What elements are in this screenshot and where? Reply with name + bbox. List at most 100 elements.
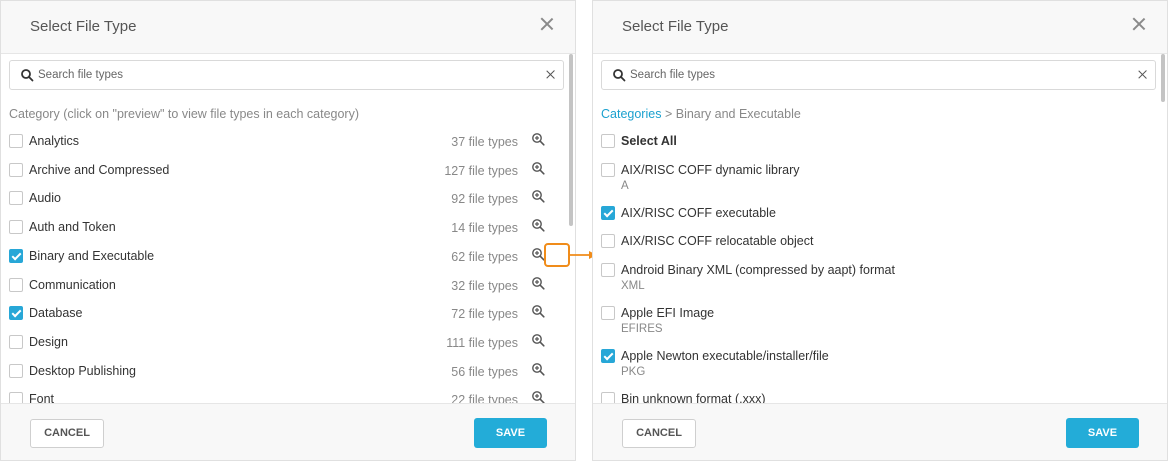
search-box [601, 60, 1156, 90]
select-file-type-dialog-categories: Select File Type Category (click on "pre… [0, 0, 576, 461]
preview-zoom-icon[interactable] [531, 218, 545, 232]
search-input[interactable] [38, 66, 528, 84]
category-label: Auth and Token [29, 220, 116, 235]
file-type-row[interactable]: AIX/RISC COFF executable [593, 199, 1147, 228]
preview-zoom-icon[interactable] [531, 390, 545, 403]
search-box [9, 60, 564, 90]
file-type-label: AIX/RISC COFF executable [621, 205, 776, 220]
file-type-row[interactable]: Android Binary XML (compressed by aapt) … [593, 256, 1147, 299]
search-icon [21, 69, 34, 82]
category-checkbox[interactable] [9, 162, 23, 177]
category-row[interactable]: Database 72 file types [1, 299, 555, 327]
category-checkbox[interactable] [9, 363, 23, 378]
preview-zoom-icon[interactable] [531, 333, 545, 347]
category-label: Binary and Executable [29, 248, 155, 263]
preview-zoom-icon[interactable] [531, 362, 545, 376]
dialog-header: Select File Type [1, 1, 575, 54]
close-icon[interactable] [539, 16, 555, 32]
file-type-row[interactable]: AIX/RISC COFF dynamic library A [593, 156, 1147, 199]
scrollbar[interactable] [1161, 54, 1165, 102]
category-label: Communication [29, 277, 116, 292]
clear-search-icon[interactable] [1138, 70, 1147, 79]
preview-zoom-icon[interactable] [531, 304, 545, 318]
preview-zoom-icon[interactable] [531, 276, 545, 290]
category-row[interactable]: Auth and Token 14 file types [1, 213, 555, 241]
clear-search-icon[interactable] [546, 70, 555, 79]
category-checkbox[interactable] [9, 306, 23, 321]
category-checkbox[interactable] [9, 334, 23, 349]
category-label: Design [29, 334, 68, 349]
file-type-checkbox[interactable] [601, 234, 615, 249]
category-row[interactable]: Desktop Publishing 56 file types [1, 357, 555, 385]
select-all-checkbox[interactable] [601, 134, 615, 148]
breadcrumb-separator: > [664, 107, 673, 121]
category-label: Font [29, 392, 55, 403]
dialog-body: Categories > Binary and Executable Selec… [593, 54, 1167, 403]
dialog-title: Select File Type [30, 18, 137, 35]
category-row[interactable]: Font 22 file types [1, 385, 555, 403]
preview-zoom-icon[interactable] [531, 247, 545, 261]
category-count: 14 file types [451, 221, 518, 236]
save-button[interactable]: SAVE [1066, 418, 1139, 448]
category-checkbox[interactable] [9, 134, 23, 148]
file-type-checkbox[interactable] [601, 392, 615, 403]
search-icon [613, 69, 626, 82]
category-checkbox[interactable] [9, 248, 23, 263]
category-label: Analytics [29, 134, 80, 148]
file-type-checkbox[interactable] [601, 349, 615, 364]
file-type-label: Bin unknown format (.xxx) [621, 392, 766, 403]
category-count: 127 file types [444, 163, 518, 178]
dialog-header: Select File Type [593, 1, 1167, 54]
file-type-checkbox[interactable] [601, 306, 615, 321]
search-input[interactable] [630, 66, 1120, 84]
file-type-row[interactable]: Bin unknown format (.xxx) [593, 385, 1147, 403]
category-count: 22 file types [451, 393, 518, 403]
category-row[interactable]: Audio 92 file types [1, 184, 555, 212]
file-type-row[interactable]: Apple Newton executable/installer/file PK… [593, 342, 1147, 385]
preview-zoom-icon[interactable] [531, 189, 545, 203]
category-header: Category (click on "preview" to view fil… [9, 107, 359, 121]
category-checkbox[interactable] [9, 220, 23, 235]
breadcrumb-current: Binary and Executable [675, 107, 801, 121]
category-row[interactable]: Analytics 37 file types [1, 127, 555, 155]
category-count: 37 file types [451, 135, 518, 149]
category-row[interactable]: Archive and Compressed 127 file types [1, 156, 555, 184]
file-type-checkbox[interactable] [601, 162, 615, 177]
file-type-checkbox[interactable] [601, 263, 615, 278]
select-all-row[interactable]: Select All [593, 127, 1147, 155]
dialog-body: Category (click on "preview" to view fil… [1, 54, 575, 403]
file-type-extension: A [621, 179, 629, 192]
preview-highlight [544, 243, 570, 267]
cancel-button[interactable]: CANCEL [30, 419, 104, 448]
save-button[interactable]: SAVE [474, 418, 547, 448]
preview-zoom-icon[interactable] [531, 132, 545, 146]
close-icon[interactable] [1131, 16, 1147, 32]
category-count: 32 file types [451, 278, 518, 293]
preview-zoom-icon[interactable] [531, 161, 545, 175]
category-count: 72 file types [451, 307, 518, 322]
file-type-row[interactable]: Apple EFI Image EFIRES [593, 299, 1147, 342]
category-checkbox[interactable] [9, 392, 23, 403]
scrollbar[interactable] [569, 54, 573, 226]
category-label: Archive and Compressed [29, 162, 170, 177]
file-type-row[interactable]: AIX/RISC COFF relocatable object [593, 227, 1147, 256]
breadcrumb: Categories > Binary and Executable [601, 107, 801, 121]
category-label: Desktop Publishing [29, 363, 137, 378]
category-row[interactable]: Communication 32 file types [1, 271, 555, 299]
category-count: 92 file types [451, 192, 518, 207]
file-type-checkbox[interactable] [601, 205, 615, 220]
category-count: 56 file types [451, 364, 518, 379]
category-count: 62 file types [451, 249, 518, 264]
select-all-label: Select All [621, 134, 677, 148]
category-checkbox[interactable] [9, 191, 23, 206]
category-checkbox[interactable] [9, 277, 23, 292]
dialog-title: Select File Type [622, 18, 729, 35]
category-row[interactable]: Binary and Executable 62 file types [1, 242, 555, 270]
file-type-label: Apple Newton executable/installer/file [621, 349, 829, 364]
breadcrumb-categories-link[interactable]: Categories [601, 107, 661, 121]
cancel-button[interactable]: CANCEL [622, 419, 696, 448]
category-row[interactable]: Design 111 file types [1, 328, 555, 356]
file-type-label: Android Binary XML (compressed by aapt) … [621, 263, 895, 278]
category-count: 111 file types [446, 335, 518, 350]
dialog-footer: CANCEL SAVE [593, 403, 1167, 460]
